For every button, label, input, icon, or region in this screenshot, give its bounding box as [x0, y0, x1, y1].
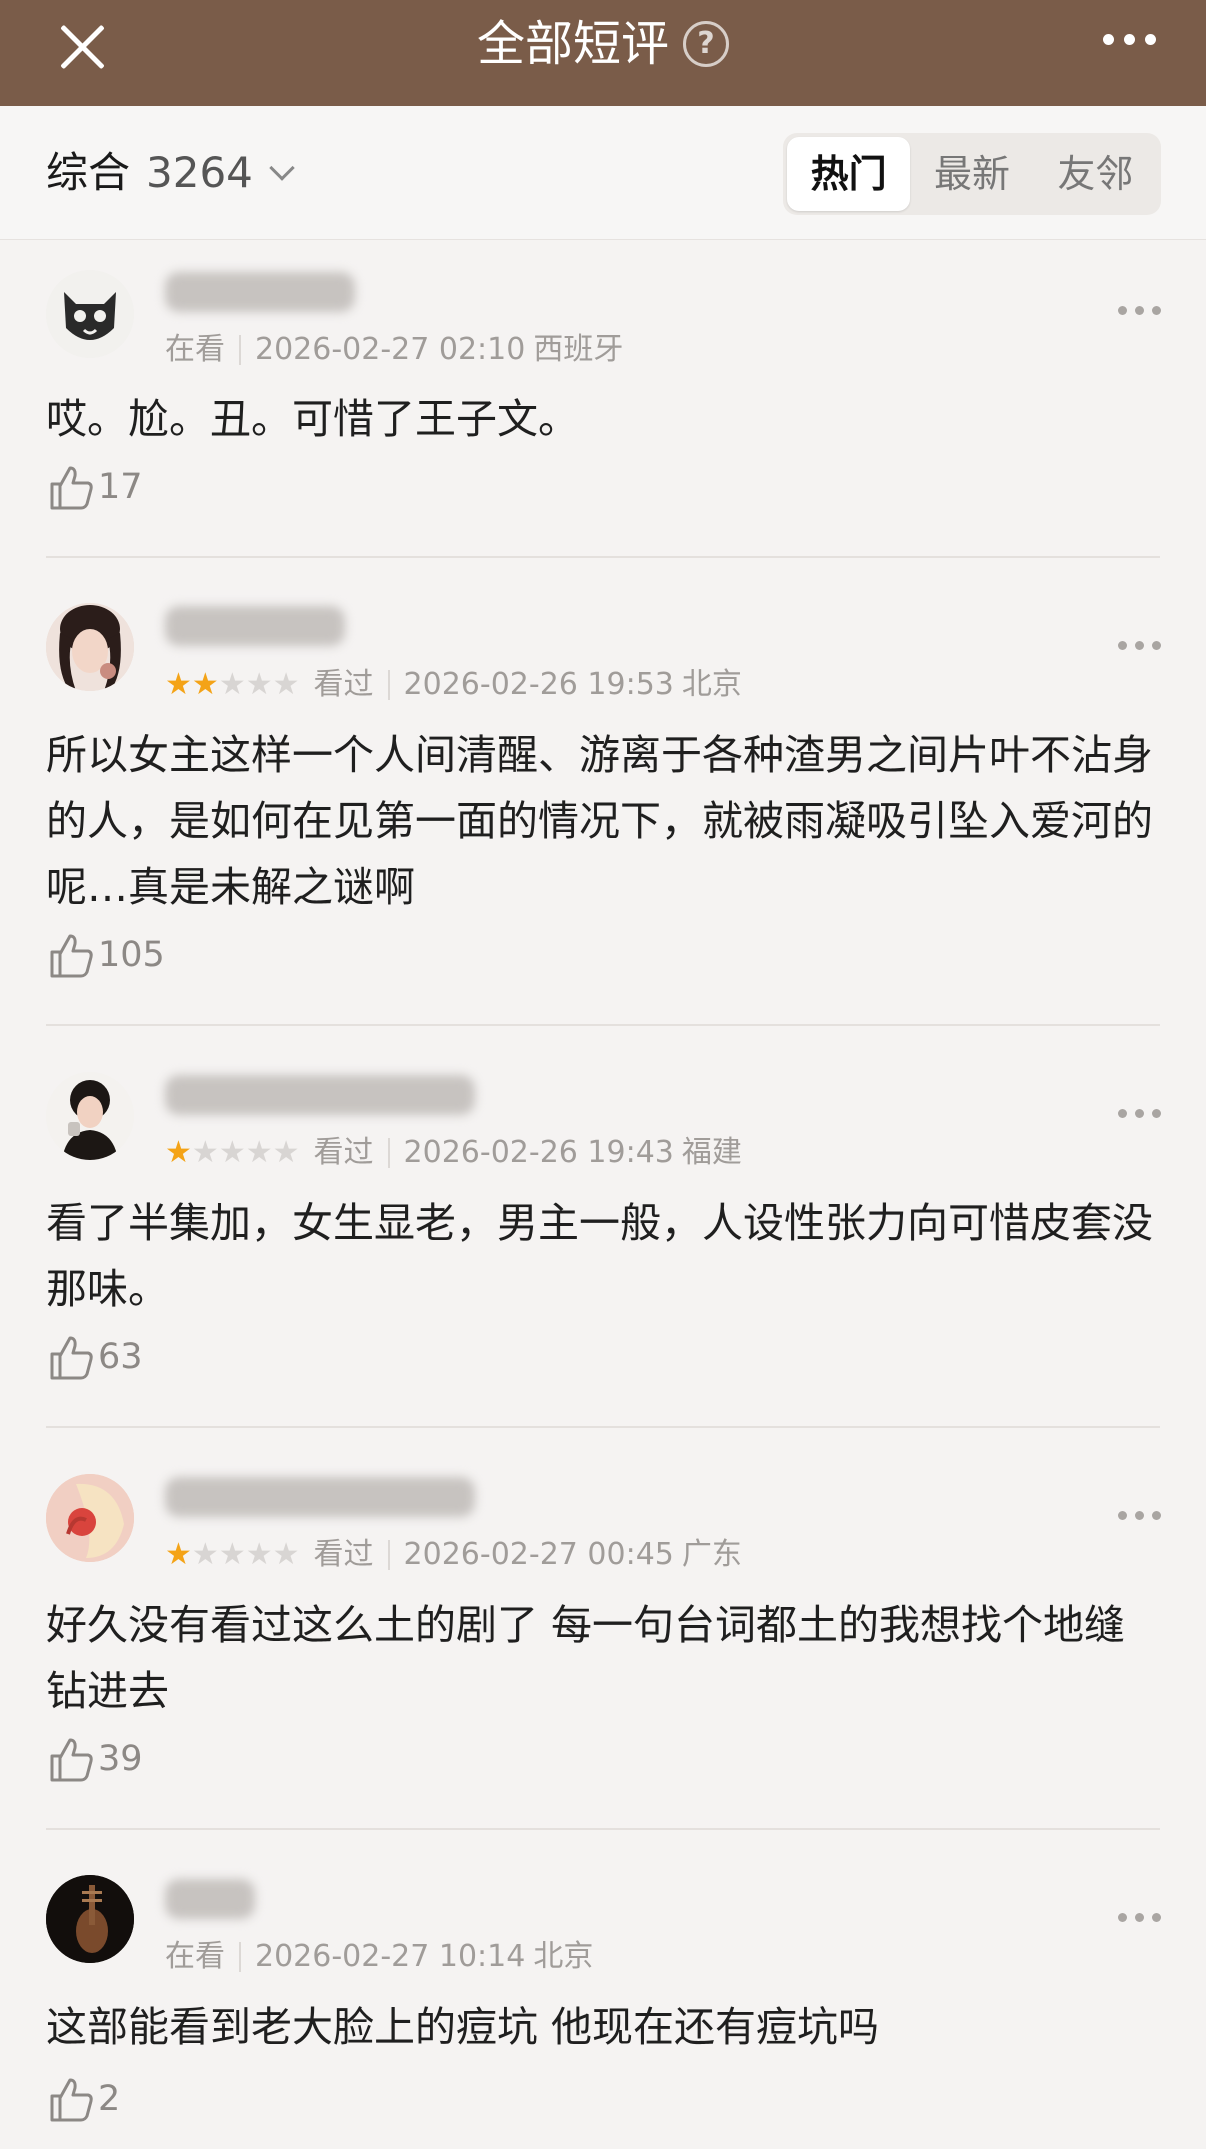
username[interactable]	[165, 1879, 255, 1919]
comment-meta: ★ ★ ★ ★ ★ 看过 2026-02-26 19:43 福建	[165, 1133, 742, 1173]
like-button[interactable]: 2	[46, 2074, 120, 2124]
comment-date: 2026-02-26 19:43	[403, 1135, 674, 1170]
watch-status: 在看	[165, 1939, 225, 1974]
thumbs-up-icon	[50, 2078, 93, 2122]
more-options-icon[interactable]	[1118, 641, 1161, 650]
comment-date: 2026-02-27 00:45	[403, 1537, 674, 1572]
like-button[interactable]: 39	[46, 1734, 143, 1784]
tab-friends[interactable]: 友邻	[1034, 137, 1157, 211]
comment-text: 看了半集加，女生显老，男主一般，人设性张力向可惜皮套没那味。	[46, 1199, 1153, 1313]
divider	[239, 1942, 241, 1972]
like-count: 105	[98, 935, 165, 975]
more-options-icon[interactable]	[1118, 1109, 1161, 1118]
comment-location: 福建	[681, 1135, 742, 1170]
top-bar: 全部短评 ?	[0, 0, 1206, 106]
rating-stars: ★ ★ ★ ★ ★	[165, 1135, 300, 1170]
divider	[46, 556, 1160, 558]
more-options-icon[interactable]	[1118, 306, 1161, 315]
comment-count: 3264	[146, 148, 253, 197]
username[interactable]	[165, 1075, 475, 1115]
tab-hot[interactable]: 热门	[787, 137, 911, 211]
avatar[interactable]	[46, 603, 134, 691]
comment-location: 北京	[533, 1939, 594, 1974]
like-button[interactable]: 63	[46, 1332, 143, 1382]
divider	[46, 1426, 1160, 1428]
more-options-icon[interactable]	[1118, 1511, 1161, 1520]
username[interactable]	[165, 1477, 475, 1517]
comment-text: 哎。尬。丑。可惜了王子文。	[46, 395, 579, 443]
divider	[46, 1828, 1160, 1830]
divider	[239, 335, 241, 365]
comment-date: 2026-02-27 10:14	[255, 1939, 526, 1974]
divider	[387, 1138, 390, 1168]
chevron-down-icon	[269, 155, 295, 181]
like-button[interactable]: 17	[46, 462, 143, 512]
comment-date: 2026-02-26 19:53	[403, 667, 674, 702]
like-button[interactable]: 105	[46, 930, 165, 980]
avatar[interactable]	[46, 270, 134, 358]
comment-text: 所以女主这样一个人间清醒、游离于各种渣男之间片叶不沾身的人，是如何在见第一面的情…	[46, 731, 1153, 911]
help-icon[interactable]: ?	[683, 21, 729, 67]
avatar[interactable]	[46, 1474, 134, 1562]
comment-text: 好久没有看过这么土的剧了 每一句台词都土的我想找个地缝钻进去	[46, 1601, 1126, 1715]
divider	[387, 670, 390, 700]
like-count: 17	[98, 467, 143, 507]
comment-meta: 在看 2026-02-27 10:14 北京	[165, 1937, 593, 1977]
sort-dropdown[interactable]: 综合 3264	[46, 146, 295, 200]
avatar[interactable]	[46, 1072, 134, 1160]
rating-stars: ★ ★ ★ ★ ★	[165, 667, 300, 702]
sort-label: 综合	[46, 148, 131, 197]
like-count: 39	[98, 1739, 143, 1779]
like-count: 63	[98, 1337, 143, 1377]
watch-status: 看过	[313, 1537, 374, 1572]
page-title: 全部短评 ?	[0, 14, 1206, 74]
comment-text: 这部能看到老大脸上的痘坑 他现在还有痘坑吗	[46, 2003, 880, 2051]
comment-location: 西班牙	[533, 332, 624, 367]
username[interactable]	[165, 606, 345, 646]
more-menu-icon[interactable]	[1103, 34, 1156, 45]
comment-meta: ★ ★ ★ ★ ★ 看过 2026-02-26 19:53 北京	[165, 665, 742, 705]
comment-location: 北京	[681, 667, 742, 702]
watch-status: 看过	[313, 1135, 374, 1170]
avatar[interactable]	[46, 1875, 134, 1963]
divider	[46, 1024, 1160, 1026]
filter-bar: 综合 3264 热门 最新 友邻	[0, 106, 1206, 240]
rating-stars: ★ ★ ★ ★ ★	[165, 1537, 300, 1572]
tab-latest[interactable]: 最新	[910, 137, 1033, 211]
watch-status: 在看	[165, 332, 225, 367]
thumbs-up-icon	[50, 934, 93, 978]
thumbs-up-icon	[50, 1738, 93, 1782]
like-count: 2	[98, 2079, 121, 2119]
sort-tabs: 热门 最新 友邻	[783, 133, 1161, 215]
divider	[387, 1540, 390, 1570]
comment-date: 2026-02-27 02:10	[255, 332, 526, 367]
thumbs-up-icon	[50, 466, 93, 510]
more-options-icon[interactable]	[1118, 1913, 1161, 1922]
page-title-text: 全部短评	[476, 16, 669, 72]
comment-meta: 在看 2026-02-27 02:10 西班牙	[165, 330, 623, 370]
comment-location: 广东	[681, 1537, 742, 1572]
thumbs-up-icon	[50, 1336, 93, 1380]
username[interactable]	[165, 272, 355, 312]
comment-meta: ★ ★ ★ ★ ★ 看过 2026-02-27 00:45 广东	[165, 1535, 742, 1575]
watch-status: 看过	[313, 667, 374, 702]
